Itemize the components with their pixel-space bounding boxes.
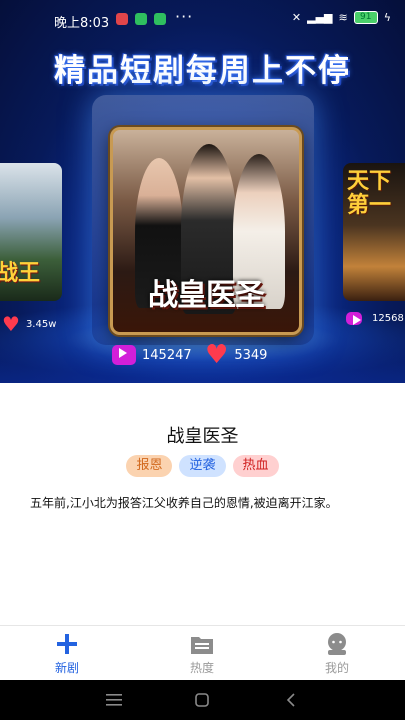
tab-new[interactable]: 新剧 [27, 626, 107, 681]
system-navigation-bar [0, 680, 405, 720]
tag-chip[interactable]: 逆袭 [179, 455, 226, 477]
poster-main-title: 战皇医圣 [148, 278, 265, 313]
right-plays: 12568 [346, 312, 404, 325]
main-plays-count: 145247 [142, 347, 192, 363]
left-likes: ♥ 3.45w [2, 312, 56, 336]
status-time: 晚上8:03 [54, 16, 110, 31]
back-icon[interactable] [286, 693, 296, 707]
folder-icon [191, 637, 213, 654]
main-likes: ♥ 5349 [205, 342, 267, 368]
message-notification-icon [154, 13, 166, 25]
poster-right-title: 天下第一 [347, 168, 392, 218]
vibrate-icon: ✕ [291, 11, 302, 24]
profile-icon [328, 633, 346, 655]
tab-mine[interactable]: 我的 [297, 626, 377, 681]
battery-icon: 91 [353, 11, 378, 24]
tag-list: 报恩 逆袭 热血 [0, 455, 405, 477]
drama-description: 五年前,江小北为报答江父收养自己的恩情,被迫离开江家。 [30, 496, 338, 510]
poster-left-title: 战王 [0, 260, 41, 286]
play-icon [112, 345, 136, 365]
tab-hot[interactable]: 热度 [162, 626, 242, 681]
app-notification-icon [116, 13, 128, 25]
heart-icon: ♥ [205, 340, 229, 370]
banner-title: 精品短剧每周上不停 [54, 53, 351, 89]
tab-new-label: 新剧 [54, 661, 79, 675]
status-bar: 晚上8:03 ··· ✕ ▂▄▆ ≋ 91 ϟ [0, 0, 405, 38]
bottom-tab-bar: 新剧 热度 我的 [0, 625, 405, 681]
main-likes-count: 5349 [234, 347, 268, 363]
poster-main[interactable]: 战皇医圣 [110, 127, 302, 335]
left-likes-count: 3.45w [25, 318, 57, 330]
wechat-notification-icon [135, 13, 147, 25]
play-icon [346, 312, 362, 325]
menu-icon[interactable] [106, 694, 122, 706]
poster-left[interactable]: 战王 [0, 163, 62, 301]
tag-chip[interactable]: 热血 [232, 455, 279, 477]
drama-title: 战皇医圣 [166, 426, 239, 447]
tag-chip[interactable]: 报恩 [126, 455, 173, 477]
main-plays: 145247 [112, 345, 192, 365]
tab-mine-label: 我的 [324, 661, 349, 675]
plus-icon [57, 634, 77, 654]
more-notifications-icon: ··· [175, 7, 194, 26]
home-icon[interactable] [195, 693, 209, 707]
charging-icon: ϟ [383, 11, 391, 24]
status-right: ✕ ▂▄▆ ≋ 91 ϟ [292, 11, 391, 24]
signal-icon: ▂▄▆ [307, 11, 333, 24]
tab-hot-label: 热度 [189, 661, 214, 675]
hero-banner: 晚上8:03 ··· ✕ ▂▄▆ ≋ 91 ϟ 精品短剧每周上不停 战王 ♥ 3… [0, 0, 405, 383]
wifi-icon: ≋ [338, 11, 348, 24]
heart-icon: ♥ [2, 312, 20, 336]
right-plays-count: 12568 [372, 313, 404, 324]
poster-right[interactable]: 天下第一 [343, 163, 405, 301]
